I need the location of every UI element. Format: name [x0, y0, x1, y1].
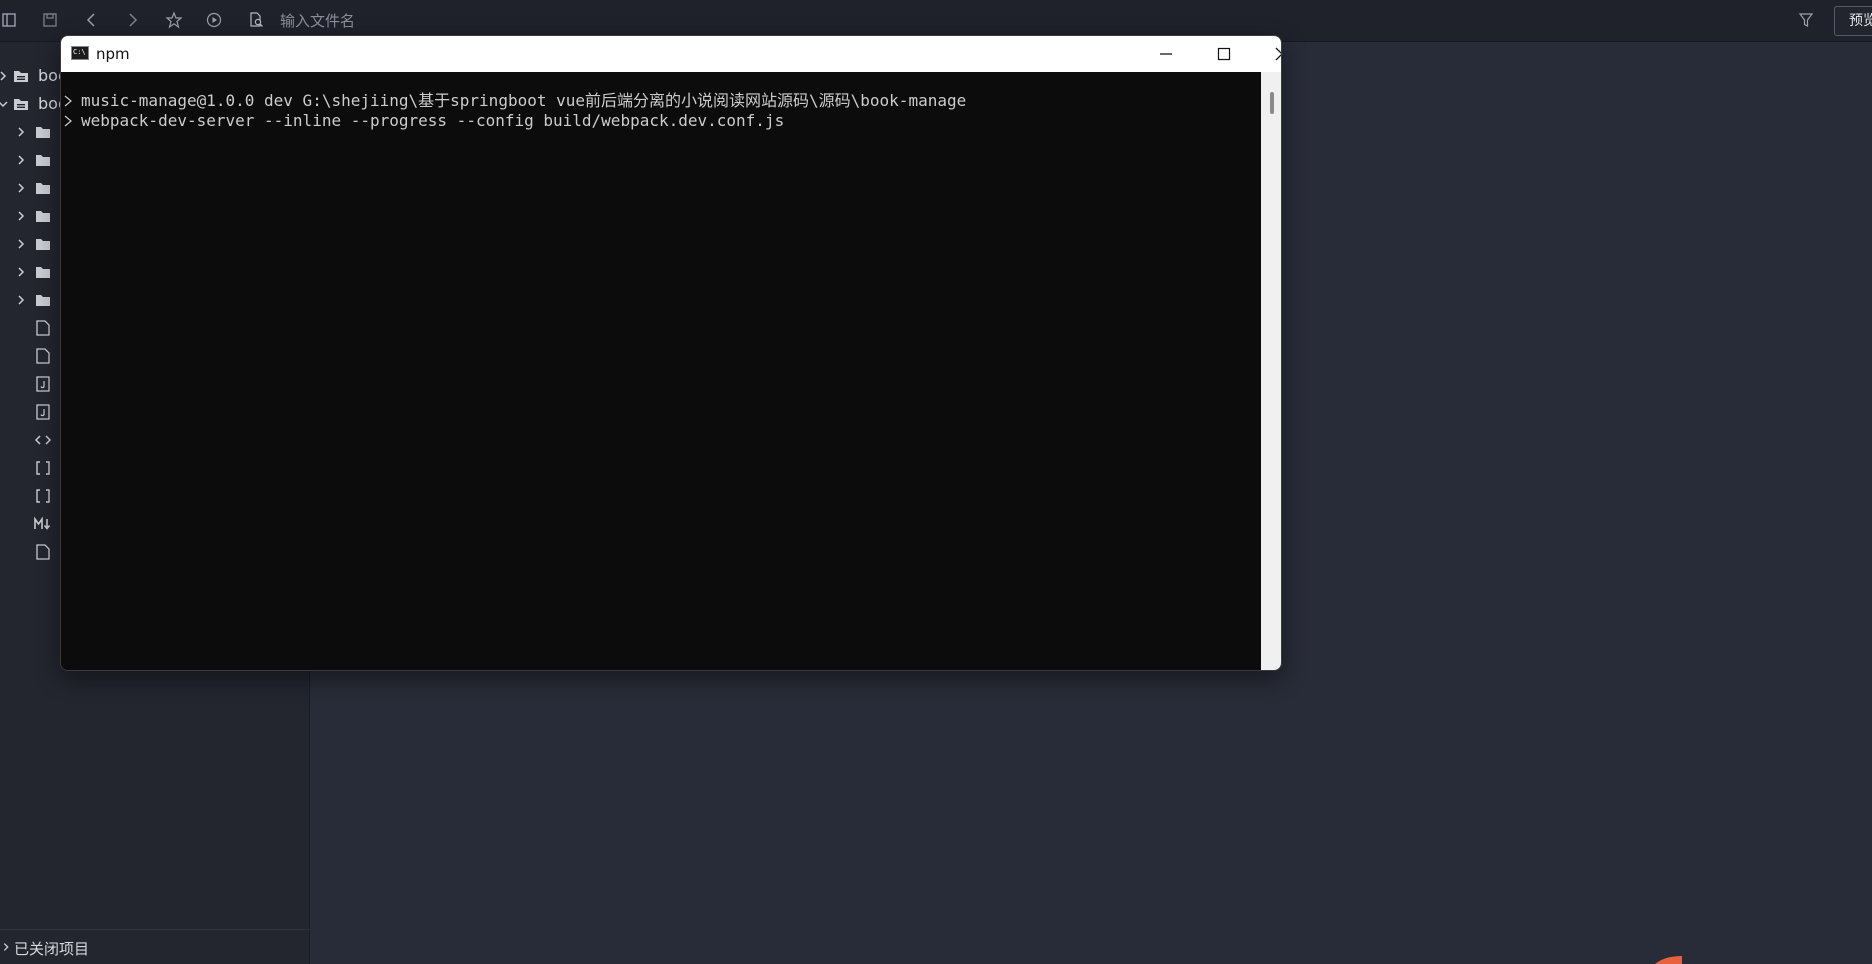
folder-icon: [34, 179, 52, 197]
folder-icon: [34, 207, 52, 225]
window-title: npm: [96, 45, 130, 63]
minimize-button[interactable]: [1137, 36, 1195, 72]
chevron-right-icon[interactable]: [0, 69, 10, 83]
file-search-icon[interactable]: [246, 10, 266, 30]
file-icon: [34, 347, 52, 365]
npm-console-window[interactable]: C:\ npm music-manage@1.0.0 dev G:\shejii…: [60, 35, 1282, 671]
console-output[interactable]: music-manage@1.0.0 dev G:\shejiing\基于spr…: [61, 72, 1261, 670]
console-app-icon: C:\: [71, 46, 89, 60]
console-line: music-manage@1.0.0 dev G:\shejiing\基于spr…: [81, 91, 967, 110]
maximize-icon: [1217, 47, 1231, 61]
back-icon[interactable]: [82, 10, 102, 30]
js-file-icon: [34, 375, 52, 393]
minimize-icon: [1160, 53, 1172, 55]
console-scrollbar[interactable]: [1261, 72, 1281, 670]
closed-projects-section[interactable]: 已关闭项目: [0, 929, 310, 964]
closed-projects-label: 已关闭项目: [14, 940, 90, 958]
project-folder-icon: [12, 67, 30, 85]
star-icon[interactable]: [164, 10, 184, 30]
file-icon: [34, 319, 52, 337]
prompt-chevron-icon: [64, 115, 72, 127]
folder-icon: [34, 123, 52, 141]
prompt-chevron-icon: [64, 95, 72, 107]
folder-icon: [34, 263, 52, 281]
chevron-right-icon[interactable]: [14, 237, 28, 251]
mouse-cursor-icon: [1655, 956, 1682, 964]
folder-icon: [34, 291, 52, 309]
html-file-icon: [34, 431, 52, 449]
scrollbar-thumb[interactable]: [1270, 92, 1274, 114]
project-folder-icon: [12, 95, 30, 113]
chevron-right-icon[interactable]: [14, 153, 28, 167]
chevron-right-icon[interactable]: [14, 293, 28, 307]
chevron-right-icon[interactable]: [0, 941, 12, 953]
chevron-right-icon[interactable]: [14, 265, 28, 279]
json-file-icon: [34, 487, 52, 505]
chevron-right-icon[interactable]: [14, 125, 28, 139]
chevron-down-icon[interactable]: [0, 97, 10, 111]
editor-app: 输入文件名 预览 boo boo 已关闭项目 C:\ npm music-man…: [0, 0, 1872, 964]
chevron-right-icon[interactable]: [14, 209, 28, 223]
folder-icon: [34, 235, 52, 253]
js-file-icon: [34, 403, 52, 421]
forward-icon[interactable]: [122, 10, 142, 30]
save-icon[interactable]: [40, 10, 60, 30]
file-icon: [34, 543, 52, 561]
json-file-icon: [34, 459, 52, 477]
chevron-right-icon[interactable]: [14, 181, 28, 195]
file-search-input[interactable]: 输入文件名: [280, 12, 355, 30]
preview-button[interactable]: 预览: [1834, 6, 1872, 36]
filter-icon[interactable]: [1796, 10, 1816, 30]
folder-icon: [34, 151, 52, 169]
close-icon: [1275, 47, 1281, 61]
window-titlebar[interactable]: C:\ npm: [61, 36, 1281, 72]
markdown-file-icon: [34, 515, 52, 533]
run-icon[interactable]: [204, 10, 224, 30]
collapse-icon[interactable]: [0, 10, 20, 30]
console-line: webpack-dev-server --inline --progress -…: [81, 111, 785, 130]
close-button[interactable]: [1253, 36, 1281, 72]
maximize-button[interactable]: [1195, 36, 1253, 72]
